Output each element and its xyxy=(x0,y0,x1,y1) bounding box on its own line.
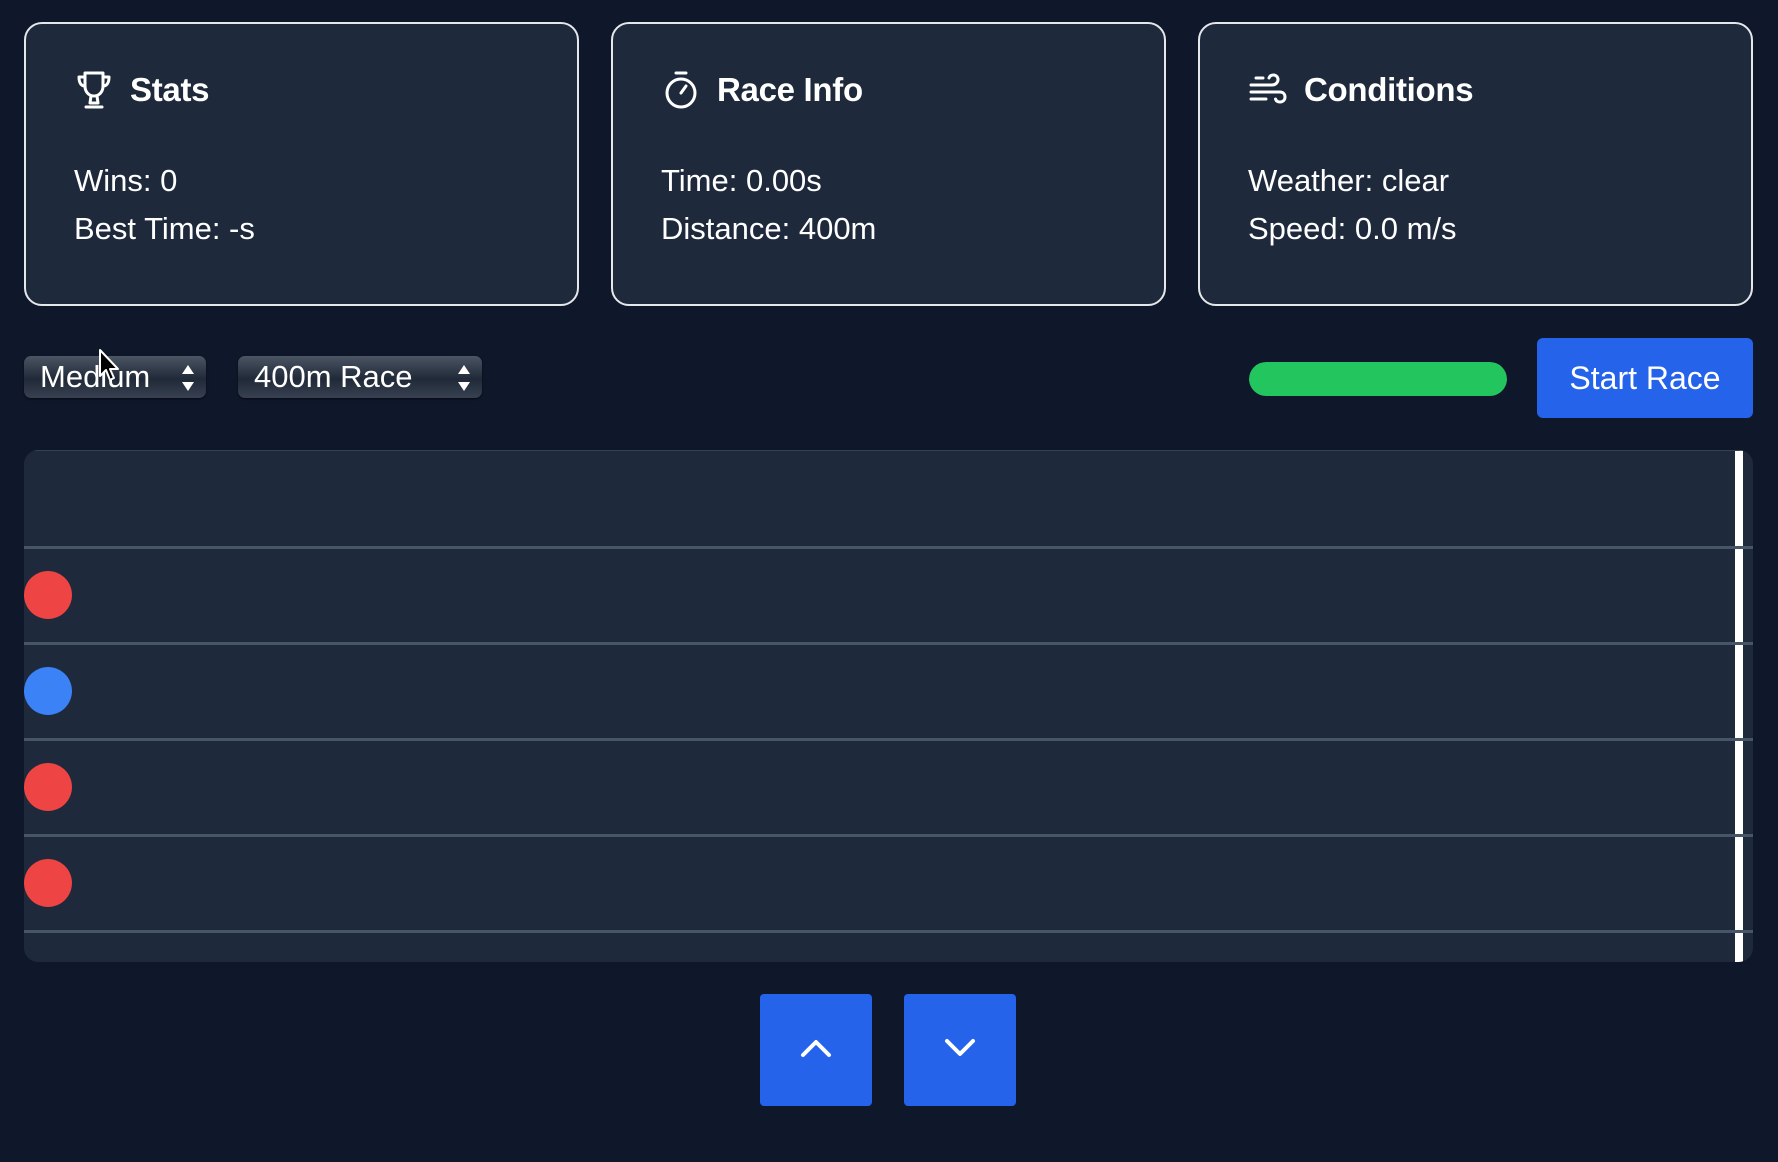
distance-text: Distance: 400m xyxy=(661,211,877,246)
start-race-button[interactable]: Start Race xyxy=(1537,338,1753,418)
race-info-card-header: Race Info xyxy=(661,70,1116,110)
track-lane xyxy=(24,642,1753,738)
conditions-card-body: Weather: clear Speed: 0.0 m/s xyxy=(1248,157,1703,253)
mouse-cursor-icon xyxy=(98,348,122,384)
opponent-runner xyxy=(24,763,72,811)
stats-card-header: Stats xyxy=(74,70,529,110)
race-track xyxy=(24,450,1753,962)
move-up-button[interactable] xyxy=(760,994,872,1106)
best-time-text: Best Time: -s xyxy=(74,211,255,246)
stopwatch-icon xyxy=(661,70,701,110)
chevron-up-icon xyxy=(799,1037,833,1064)
conditions-card-header: Conditions xyxy=(1248,70,1703,110)
trophy-icon xyxy=(74,70,114,110)
select-arrows-icon xyxy=(180,362,196,392)
opponent-runner xyxy=(24,859,72,907)
move-down-button[interactable] xyxy=(904,994,1016,1106)
weather-text: Weather: clear xyxy=(1248,163,1450,198)
stats-card: Stats Wins: 0 Best Time: -s xyxy=(24,22,579,306)
stamina-bar xyxy=(1249,362,1507,396)
track-lane xyxy=(24,450,1753,546)
race-info-card: Race Info Time: 0.00s Distance: 400m xyxy=(611,22,1166,306)
conditions-card-title: Conditions xyxy=(1304,71,1474,108)
wind-speed-text: Speed: 0.0 m/s xyxy=(1248,211,1457,246)
lane-navigation xyxy=(760,994,1016,1106)
difficulty-select-value: Medium xyxy=(40,359,151,394)
track-lane xyxy=(24,738,1753,834)
stats-card-body: Wins: 0 Best Time: -s xyxy=(74,157,529,253)
controls-bar: Medium 400m Race Start Race xyxy=(24,338,1753,418)
race-info-card-title: Race Info xyxy=(717,71,863,108)
info-cards: Stats Wins: 0 Best Time: -s Race Info Ti… xyxy=(24,22,1753,306)
wind-icon xyxy=(1248,70,1288,110)
conditions-card: Conditions Weather: clear Speed: 0.0 m/s xyxy=(1198,22,1753,306)
player-runner xyxy=(24,667,72,715)
race-distance-select[interactable]: 400m Race xyxy=(238,356,482,398)
track-lane xyxy=(24,546,1753,642)
track-lane xyxy=(24,834,1753,930)
track-lane-bottom xyxy=(24,930,1753,962)
stamina-bar-fill xyxy=(1249,362,1507,396)
race-distance-select-value: 400m Race xyxy=(254,359,413,394)
opponent-runner xyxy=(24,571,72,619)
race-info-card-body: Time: 0.00s Distance: 400m xyxy=(661,157,1116,253)
race-game-screen: Stats Wins: 0 Best Time: -s Race Info Ti… xyxy=(0,0,1778,1162)
wins-text: Wins: 0 xyxy=(74,163,178,198)
select-arrows-icon xyxy=(456,362,472,392)
stats-card-title: Stats xyxy=(130,71,210,108)
time-text: Time: 0.00s xyxy=(661,163,822,198)
chevron-down-icon xyxy=(943,1037,977,1064)
